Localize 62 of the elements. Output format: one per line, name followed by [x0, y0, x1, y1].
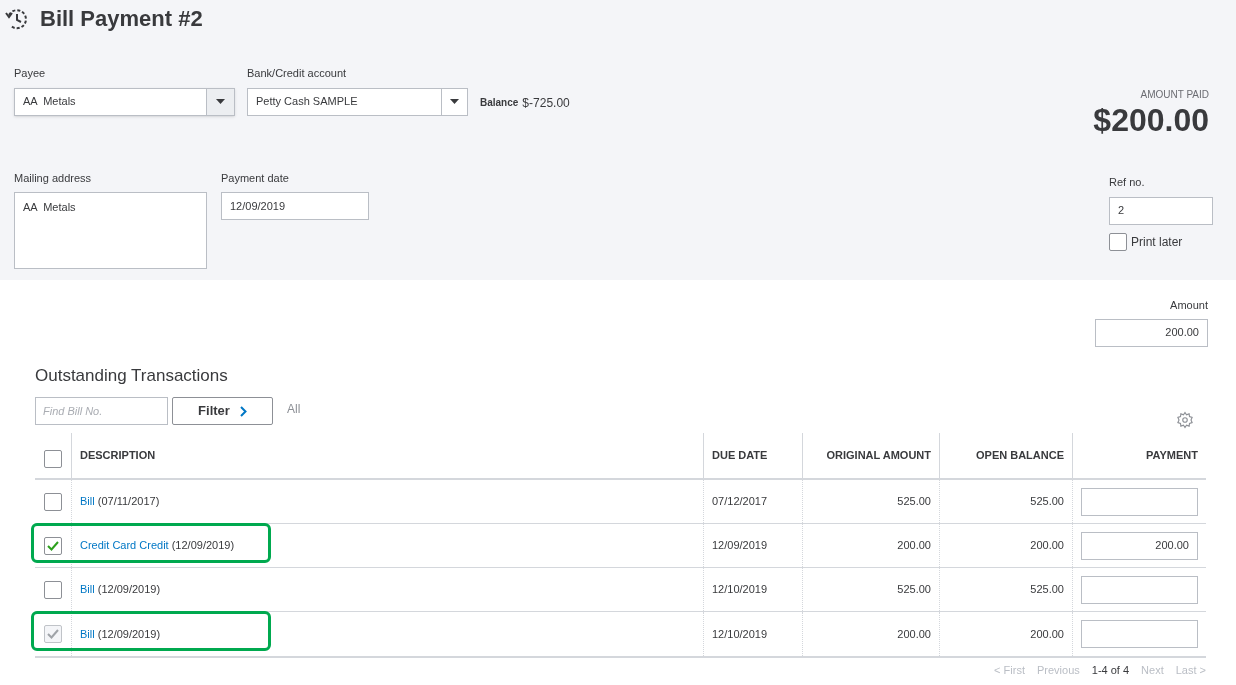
due-date-cell-text: 12/10/2019	[712, 582, 768, 598]
checkmark-icon	[47, 540, 59, 551]
transaction-link[interactable]: Credit Card Credit	[80, 539, 169, 552]
amount-cell-text: 200.00	[1030, 538, 1064, 554]
account-dropdown[interactable]: Petty Cash SAMPLE	[247, 87, 468, 116]
print-later-label: Print later	[1131, 233, 1183, 251]
amount-cell-text: 525.00	[1030, 494, 1064, 510]
transaction-link[interactable]: Bill	[80, 495, 95, 508]
column-header: DESCRIPTION	[80, 448, 156, 464]
payment-field[interactable]	[1081, 620, 1198, 648]
description-cell-text: Bill (12/09/2019)	[80, 626, 161, 642]
filter-button[interactable]: Filter	[172, 397, 273, 425]
column-header: PAYMENT	[1146, 448, 1198, 464]
checkbox[interactable]	[44, 536, 62, 555]
due-date-cell-text: 07/12/2017	[712, 494, 768, 510]
section-heading: Outstanding Transactions	[35, 364, 229, 387]
chevron-right-icon	[239, 405, 247, 417]
payment-field[interactable]	[1081, 575, 1198, 604]
address-field[interactable]: AA Metals	[14, 192, 207, 269]
due-date-cell-text: 12/10/2019	[712, 626, 768, 642]
amount-label: Amount	[1170, 298, 1208, 313]
description-cell-text: Credit Card Credit (12/09/2019)	[80, 538, 235, 554]
balance-label: Balance	[480, 96, 519, 110]
page-range: 1-4 of 4	[1091, 663, 1130, 678]
caret-icon	[216, 99, 225, 104]
column-header: ORIGINAL AMOUNT	[826, 448, 931, 464]
field-label: Mailing address	[14, 170, 93, 186]
payee-dropdown[interactable]: AA Metals	[14, 87, 235, 116]
amount-cell-text: 200.00	[1030, 626, 1064, 642]
checkbox[interactable]	[44, 492, 62, 511]
settings-icon[interactable]	[1176, 411, 1194, 429]
payment-field[interactable]: 200.00	[1081, 531, 1198, 560]
filter-value: All	[287, 401, 301, 418]
amount-cell-text: 525.00	[1030, 582, 1064, 598]
caret-icon	[450, 99, 459, 104]
date-field[interactable]: 12/09/2019	[221, 192, 369, 220]
balance-value: $-725.00	[522, 94, 570, 112]
amount-field[interactable]: 200.00	[1095, 318, 1208, 347]
amount-cell-text: 200.00	[897, 626, 931, 642]
due-date-cell-text: 12/09/2019	[712, 538, 768, 554]
amount-cell-text: 525.00	[897, 582, 931, 598]
page-title: Bill Payment #2	[40, 5, 203, 33]
column-header: DUE DATE	[712, 448, 768, 464]
transaction-link[interactable]: Bill	[80, 583, 95, 596]
search-field[interactable]: Find Bill No.	[35, 397, 168, 425]
field-label: Payment date	[221, 170, 290, 186]
field-label: Payee	[14, 66, 47, 81]
amount-paid-value: $200.00	[1093, 102, 1209, 138]
checkbox[interactable]	[1109, 232, 1127, 251]
amount-cell-text: 525.00	[897, 494, 931, 510]
payment-field[interactable]	[1081, 487, 1198, 516]
checkbox[interactable]	[44, 580, 62, 599]
ref-no-field[interactable]: 2	[1109, 196, 1213, 225]
amount-paid-label: AMOUNT PAID	[1140, 88, 1209, 102]
description-cell-text: Bill (12/09/2019)	[80, 582, 161, 598]
field-label: Ref no.	[1109, 175, 1146, 190]
checkmark-icon	[47, 629, 59, 639]
field-label: Bank/Credit account	[247, 66, 348, 81]
column-header: OPEN BALANCE	[976, 448, 1064, 464]
amount-cell-text: 200.00	[897, 538, 931, 554]
checkbox[interactable]	[44, 449, 62, 468]
description-cell-text: Bill (07/11/2017)	[80, 494, 160, 510]
